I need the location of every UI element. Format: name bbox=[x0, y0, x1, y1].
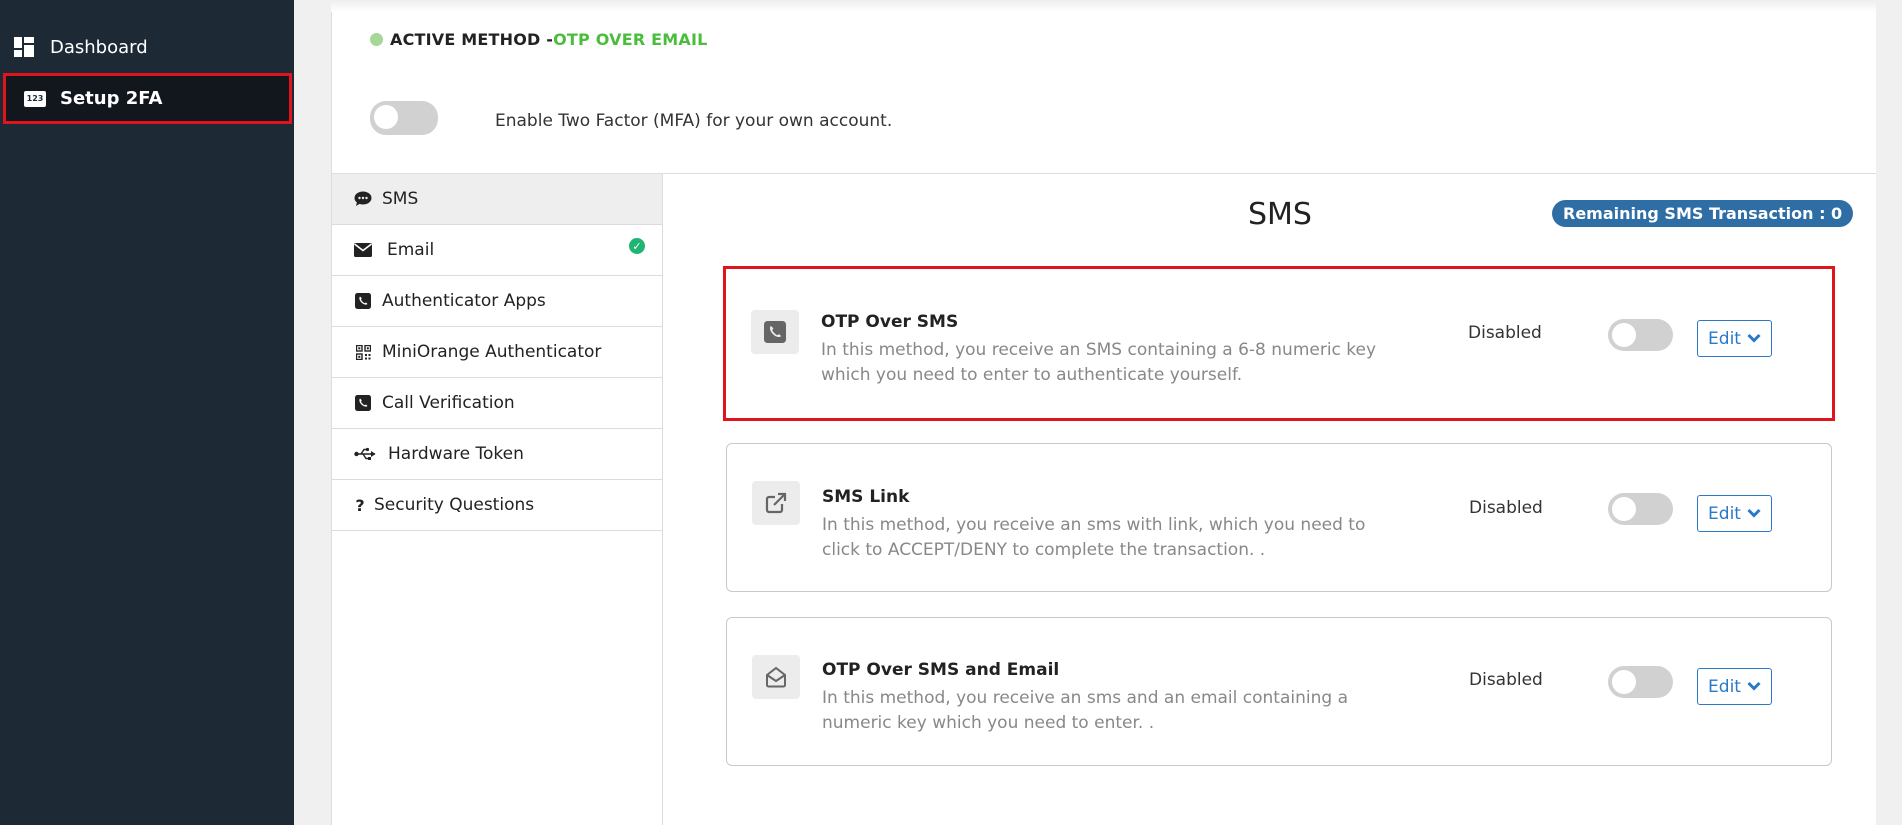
card-status: Disabled bbox=[1469, 670, 1543, 690]
method-label: Call Verification bbox=[382, 393, 515, 413]
edit-label: Edit bbox=[1708, 503, 1741, 524]
phone-square-icon bbox=[354, 292, 372, 310]
sidebar-item-dashboard[interactable]: Dashboard bbox=[0, 22, 294, 72]
method-tab-authenticator-apps[interactable]: Authenticator Apps bbox=[332, 276, 663, 327]
method-tab-security-questions[interactable]: ? Security Questions bbox=[332, 480, 663, 531]
numpad-123-icon: 123 bbox=[24, 90, 46, 107]
active-method-name: OTP OVER EMAIL bbox=[553, 30, 708, 49]
sidebar-item-setup-2fa[interactable]: 123 Setup 2FA bbox=[3, 73, 292, 124]
method-tab-hardware-token[interactable]: Hardware Token bbox=[332, 429, 663, 480]
card-title: OTP Over SMS bbox=[821, 312, 959, 332]
method-tab-sms[interactable]: SMS bbox=[332, 174, 663, 225]
card-edit-button[interactable]: Edit bbox=[1697, 495, 1772, 532]
top-shadow bbox=[331, 0, 1876, 12]
usb-icon bbox=[354, 445, 376, 463]
method-label: Authenticator Apps bbox=[382, 291, 546, 311]
sidebar-item-label: Dashboard bbox=[50, 36, 148, 58]
remaining-sms-badge: Remaining SMS Transaction : 0 bbox=[1552, 200, 1854, 227]
method-label: SMS bbox=[382, 189, 419, 209]
external-link-icon bbox=[752, 481, 800, 525]
section-title: SMS bbox=[1248, 197, 1312, 232]
edit-label: Edit bbox=[1708, 676, 1741, 697]
comment-icon bbox=[354, 190, 372, 208]
chevron-down-icon bbox=[1747, 506, 1761, 522]
chevron-down-icon bbox=[1747, 679, 1761, 695]
sidebar: Dashboard 123 Setup 2FA bbox=[0, 0, 294, 825]
method-label: MiniOrange Authenticator bbox=[382, 342, 602, 362]
card-enable-toggle[interactable] bbox=[1608, 319, 1673, 351]
card-status: Disabled bbox=[1469, 498, 1543, 518]
sidebar-item-label: Setup 2FA bbox=[60, 88, 163, 109]
active-method-prefix: ACTIVE METHOD - bbox=[390, 30, 554, 49]
card-status: Disabled bbox=[1468, 323, 1542, 343]
card-enable-toggle[interactable] bbox=[1608, 493, 1673, 525]
qrcode-icon bbox=[354, 343, 372, 361]
chevron-down-icon bbox=[1747, 331, 1761, 347]
card-description: In this method, you receive an SMS conta… bbox=[821, 340, 1377, 385]
active-method-indicator: ACTIVE METHOD - OTP OVER EMAIL bbox=[370, 30, 708, 49]
method-card-sms-link: SMS Link In this method, you receive an … bbox=[726, 443, 1832, 592]
mfa-toggle-label: Enable Two Factor (MFA) for your own acc… bbox=[495, 111, 893, 131]
card-description: In this method, you receive an sms with … bbox=[822, 515, 1366, 560]
method-label: Security Questions bbox=[374, 495, 535, 515]
card-edit-button[interactable]: Edit bbox=[1697, 320, 1772, 357]
method-card-otp-over-sms: OTP Over SMS In this method, you receive… bbox=[723, 266, 1835, 421]
check-circle-icon: ✓ bbox=[629, 238, 645, 254]
envelope-open-icon bbox=[752, 655, 800, 699]
card-title: OTP Over SMS and Email bbox=[822, 660, 1060, 680]
status-dot-icon bbox=[370, 33, 383, 46]
method-tab-email[interactable]: Email ✓ bbox=[332, 225, 663, 276]
question-icon: ? bbox=[355, 495, 365, 515]
card-enable-toggle[interactable] bbox=[1608, 666, 1673, 698]
methods-divider bbox=[662, 174, 663, 825]
edit-label: Edit bbox=[1708, 328, 1741, 349]
method-tab-miniorange-authenticator[interactable]: MiniOrange Authenticator bbox=[332, 327, 663, 378]
envelope-icon bbox=[354, 241, 372, 259]
card-description: In this method, you receive an sms and a… bbox=[822, 688, 1348, 733]
dashboard-icon bbox=[14, 37, 34, 57]
card-edit-button[interactable]: Edit bbox=[1697, 668, 1772, 705]
method-label: Email bbox=[387, 240, 435, 260]
method-tab-call-verification[interactable]: Call Verification bbox=[332, 378, 663, 429]
mfa-toggle[interactable] bbox=[370, 101, 438, 135]
methods-list: SMS Email ✓ Authenticator Apps MiniOrang… bbox=[332, 174, 663, 531]
card-title: SMS Link bbox=[822, 487, 910, 507]
method-label: Hardware Token bbox=[388, 444, 524, 464]
method-card-otp-over-sms-and-email: OTP Over SMS and Email In this method, y… bbox=[726, 617, 1832, 766]
phone-square-icon bbox=[751, 310, 799, 354]
phone-square-icon bbox=[354, 394, 372, 412]
